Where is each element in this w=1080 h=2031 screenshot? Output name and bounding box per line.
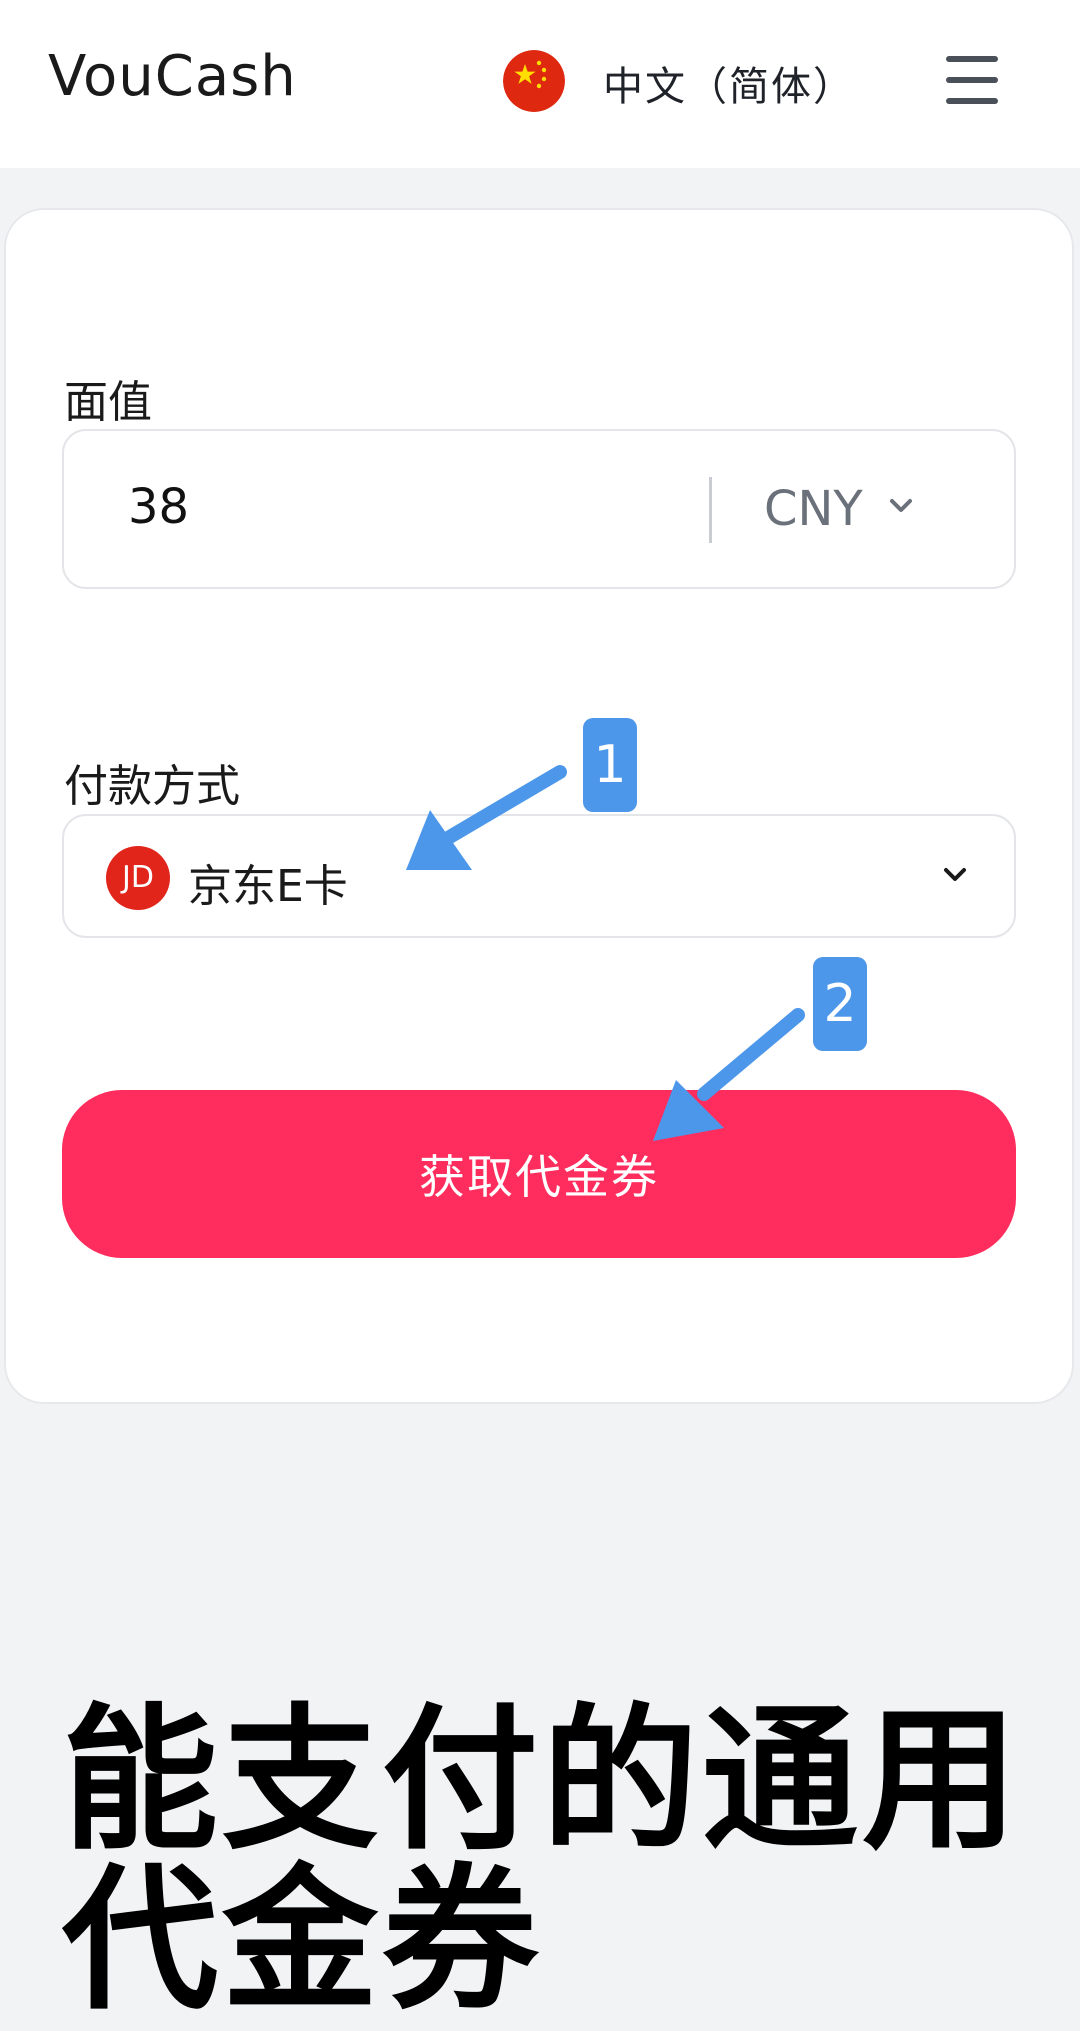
chevron-down-icon[interactable] [884, 491, 918, 521]
china-flag-icon[interactable] [503, 50, 565, 112]
amount-label: 面值 [64, 377, 152, 428]
hamburger-menu-icon[interactable] [938, 54, 1006, 106]
amount-input[interactable] [128, 479, 688, 535]
payment-method-select[interactable]: JD 京东E卡 [62, 814, 1016, 938]
payment-method-value: 京东E卡 [188, 861, 348, 912]
hero-line-1: 能支付的通用 [62, 1689, 1022, 1871]
field-divider [709, 477, 712, 543]
top-header: VouCash 中文（简体） [0, 0, 1080, 168]
annotation-badge-2: 2 [813, 957, 867, 1051]
currency-select[interactable]: CNY [764, 481, 863, 537]
chevron-down-icon[interactable] [938, 860, 972, 890]
jd-logo-icon: JD [106, 846, 170, 910]
get-voucher-button[interactable]: 获取代金券 [62, 1090, 1016, 1258]
brand-logo[interactable]: VouCash [48, 44, 297, 109]
hero-heading: 能支付的通用 代金券 [62, 1700, 1062, 2020]
hero-line-2: 代金券 [62, 1849, 542, 2031]
amount-field: CNY [62, 429, 1016, 589]
payment-method-label: 付款方式 [64, 761, 240, 812]
language-selector[interactable]: 中文（简体） [603, 54, 855, 112]
annotation-badge-1: 1 [583, 718, 637, 812]
